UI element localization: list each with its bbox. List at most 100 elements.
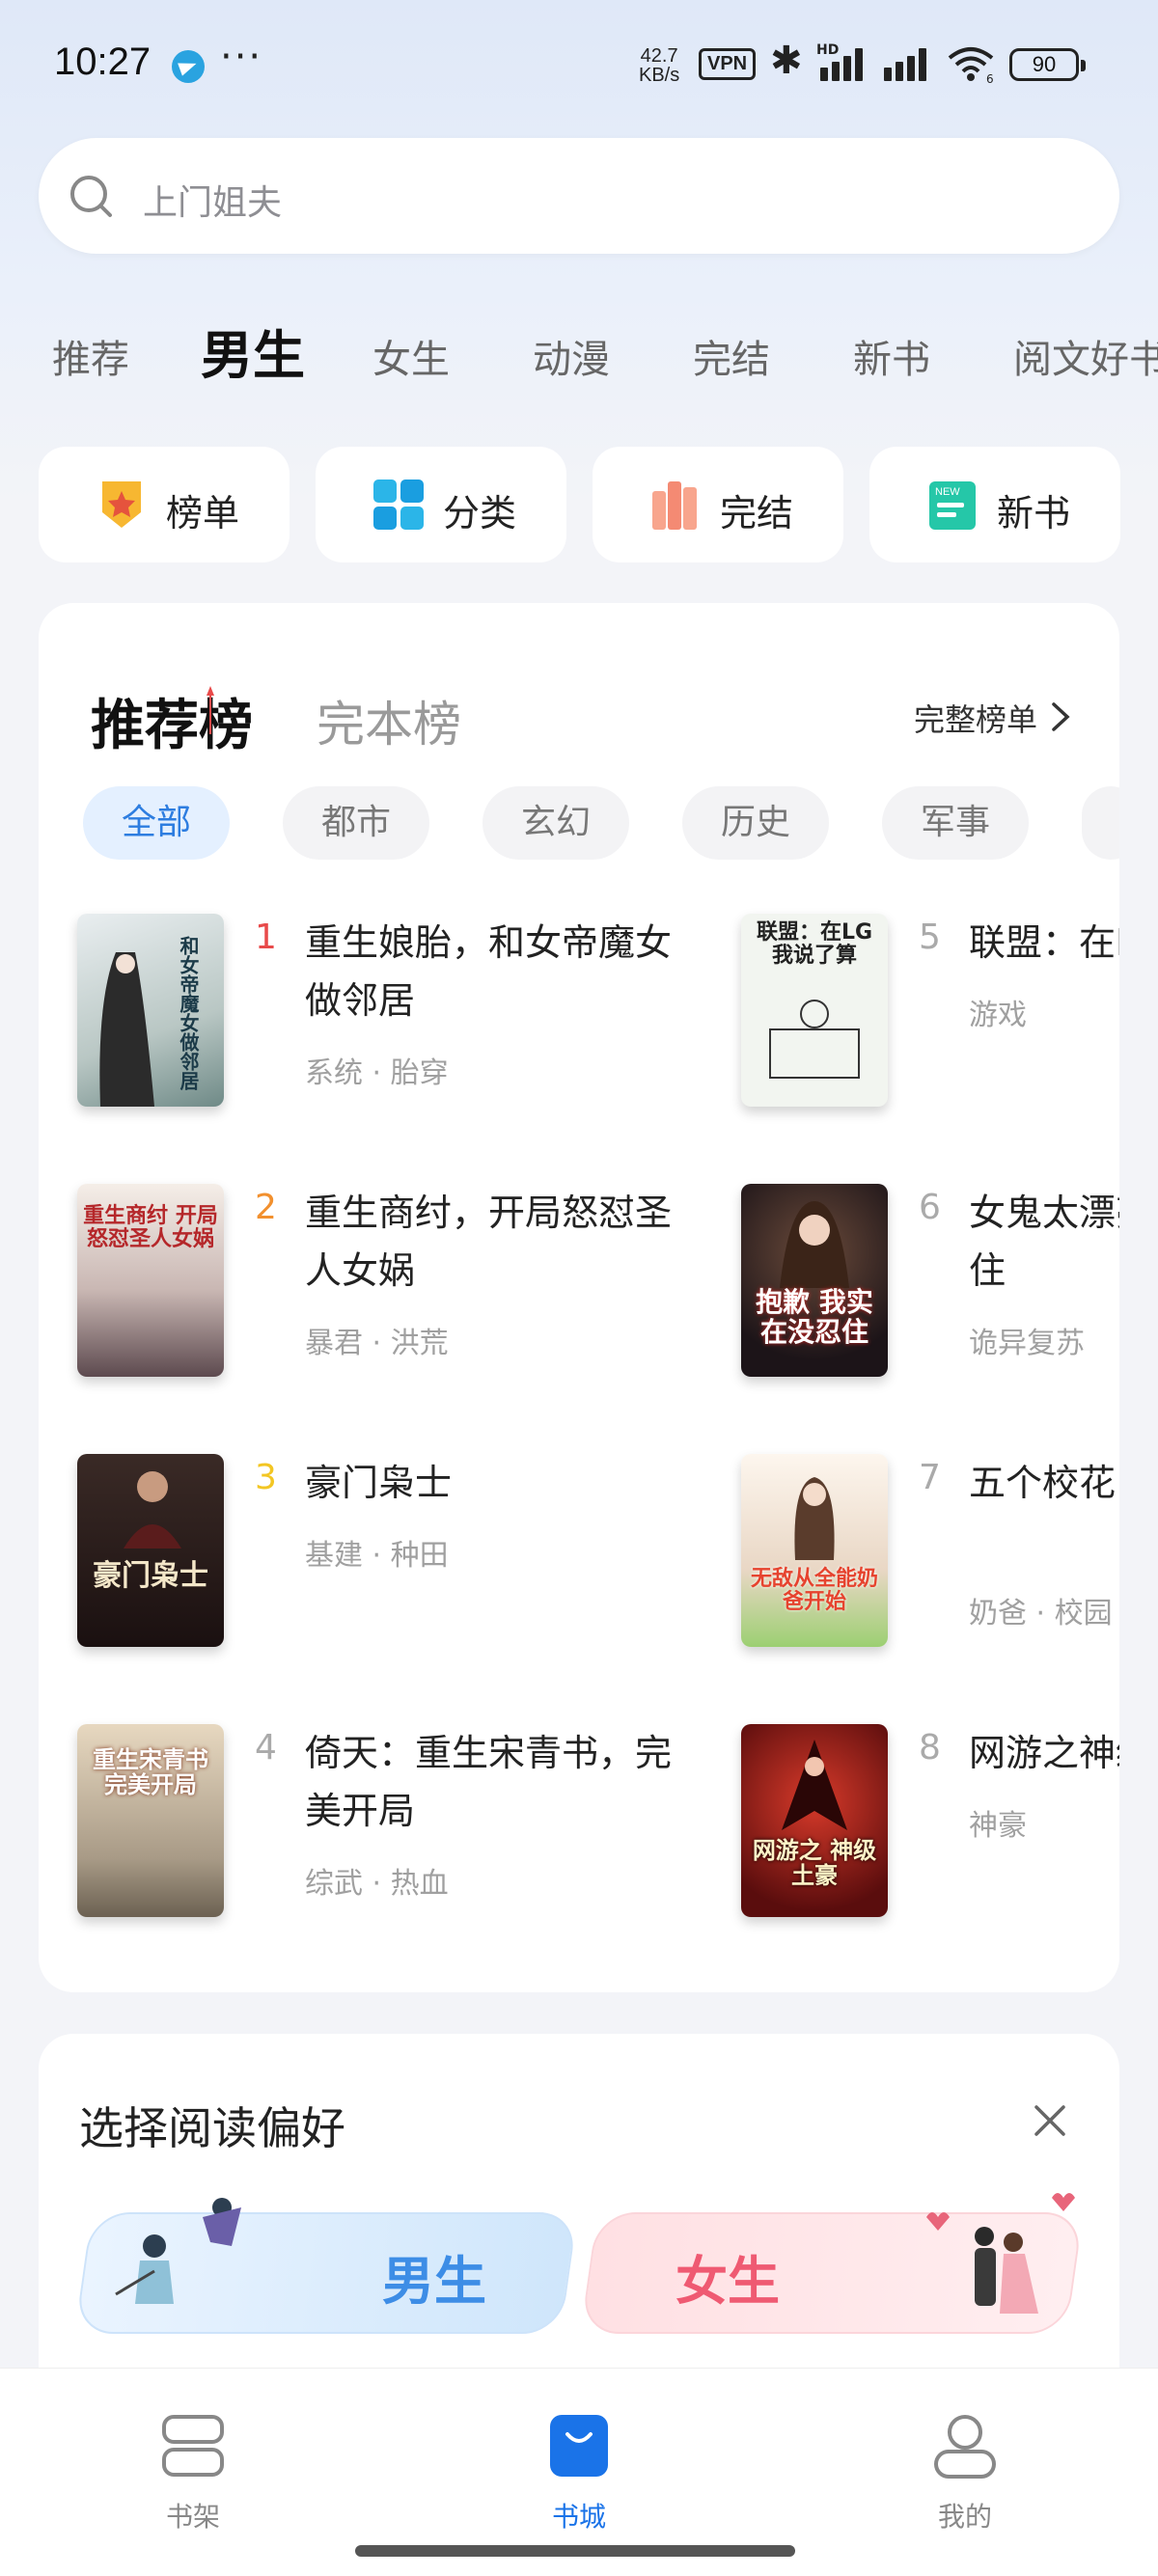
wifi-badge: 6 [986,72,994,83]
channel-tabs: 推荐 男生 女生 动漫 完结 新书 阅文好书 [0,309,1158,386]
quick-entry-category[interactable]: 分类 [316,447,566,562]
wifi-icon: 6 [948,47,994,83]
tab-finished[interactable]: 完结 [693,328,770,384]
preference-title: 选择阅读偏好 [79,2102,345,2154]
quick-entry-ranking[interactable]: 榜单 [39,447,290,562]
quick-entry-label: 榜单 [166,492,240,534]
nav-profile[interactable]: 我的 [888,2392,1042,2536]
rank-number: 2 [255,1188,277,1227]
nav-label: 书城 [551,2501,606,2533]
nav-bookstore[interactable]: 书城 [502,2392,656,2536]
status-bar: 10:27 ··· 42.7 KB/s VPN ✱ HD 6 90 [0,0,1158,125]
cover-sketch-illustration [769,1000,860,1079]
filter-more[interactable] [1082,786,1119,860]
books-finished-icon [652,481,697,530]
ranking-badge-icon [102,481,141,528]
book-cover-title: 重生商纣 开局怒怼圣人女娲 [83,1204,218,1252]
tab-finished-ranking[interactable]: 完本榜 [317,686,461,755]
book-tags: 基建 · 种田 [305,1539,449,1573]
book-tags: 神豪 [969,1809,1027,1843]
book-tags: 综武 · 热血 [305,1867,449,1901]
signal-icon [816,46,868,81]
rank-number: 7 [919,1458,941,1497]
book-cover: 联盟：在LG 我说了算 [741,914,888,1107]
cover-figure-illustration [782,1740,847,1830]
profile-icon [934,2415,996,2479]
close-icon[interactable] [1031,2101,1069,2140]
tab-male[interactable]: 男生 [201,313,305,386]
quick-entry-finished[interactable]: 完结 [593,447,843,562]
net-speed: 42.7 KB/s [639,46,679,85]
full-list-link[interactable]: 完整榜单 [914,696,1037,740]
book-tags: 系统 · 胎穿 [305,1056,449,1090]
quick-entry-label: 分类 [443,492,517,534]
book-title: 五个校花，喊我爸！ [969,1462,1119,1504]
more-notifications-icon: ··· [220,35,263,79]
quick-entry-new-book[interactable]: NEW 新书 [869,447,1120,562]
swordsman-illustration [115,2198,241,2304]
telegram-icon [172,50,205,83]
search-icon [70,176,112,217]
filter-city[interactable]: 都市 [283,786,429,860]
book-item-8[interactable]: 网游之 神级土豪 8 网游之神级土豪 神豪 [741,1724,1119,1936]
book-item-6[interactable]: 抱歉 我实在没忍住 6 女鬼太漂亮，实在没忍住 诡异复苏 [741,1184,1119,1396]
chevron-right-icon[interactable] [1050,701,1071,732]
search-placeholder: 上门姐夫 [143,183,283,223]
book-cover-title: 豪门枭士 [93,1559,208,1593]
quick-entry-label: 完结 [720,492,794,534]
ranking-card: 推荐榜 完本榜 完整榜单 全部 都市 玄幻 历史 军事 和女帝魔女做邻居 1 重… [39,603,1119,1992]
couple-illustration [926,2193,1075,2314]
book-cover: 重生宋青书 完美开局 [77,1724,224,1917]
tab-recommend-ranking[interactable]: 推荐榜 [91,682,253,760]
book-title: 联盟：在LG我说了算 [969,921,1119,964]
svg-text:NEW: NEW [935,486,960,498]
tab-female[interactable]: 女生 [372,328,450,384]
filter-all[interactable]: 全部 [83,786,230,860]
net-speed-unit: KB/s [639,65,680,86]
book-cover: 豪门枭士 [77,1454,224,1647]
rank-number: 6 [919,1188,941,1227]
signal-icon-2 [880,46,932,81]
book-title: 倚天：重生宋青书，完美开局 [305,1732,672,1832]
status-time: 10:27 [54,41,152,83]
net-speed-value: 42.7 [640,45,678,67]
book-cover-title: 无敌从全能奶爸开始 [750,1567,878,1615]
book-title: 豪门枭士 [305,1462,453,1504]
rank-number: 3 [255,1458,277,1497]
rank-number: 4 [255,1728,277,1768]
bookshelf-icon [162,2415,224,2477]
book-title: 网游之神级土豪 [969,1732,1119,1774]
filter-fantasy[interactable]: 玄幻 [482,786,629,860]
rank-arrow-icon [207,686,214,734]
book-item-3[interactable]: 豪门枭士 3 豪门枭士 基建 · 种田 [77,1454,676,1666]
book-item-4[interactable]: 重生宋青书 完美开局 4 倚天：重生宋青书，完美开局 综武 · 热血 [77,1724,676,1936]
book-title: 女鬼太漂亮，实在没忍住 [969,1192,1119,1292]
tab-yuewen-good-books[interactable]: 阅文好书 [1013,328,1158,384]
nav-bookshelf[interactable]: 书架 [116,2392,270,2536]
prefer-male-label: 男生 [382,2251,486,2312]
search-bar[interactable]: 上门姐夫 [39,138,1119,254]
book-tags: 诡异复苏 [969,1327,1085,1360]
book-item-5[interactable]: 联盟：在LG 我说了算 5 联盟：在LG我说了算 游戏 [741,914,1119,1126]
book-title: 重生娘胎，和女帝魔女做邻居 [305,921,672,1022]
book-item-2[interactable]: 重生商纣 开局怒怼圣人女娲 2 重生商纣，开局怒怼圣人女娲 暴君 · 洪荒 [77,1184,676,1396]
bluetooth-icon: ✱ [770,39,803,83]
tab-anime[interactable]: 动漫 [533,328,610,384]
tab-new[interactable]: 新书 [853,328,930,384]
book-cover-title: 抱歉 我实在没忍住 [756,1286,873,1348]
book-tags: 奶爸 · 校园 [969,1597,1113,1631]
book-cover: 重生商纣 开局怒怼圣人女娲 [77,1184,224,1377]
filter-military[interactable]: 军事 [882,786,1029,860]
book-cover-title: 联盟：在LG 我说了算 [756,920,873,969]
book-cover-title: 网游之 神级土豪 [752,1837,877,1890]
reading-preference-card: 选择阅读偏好 男生 女生 [39,2034,1119,2420]
book-item-1[interactable]: 和女帝魔女做邻居 1 重生娘胎，和女帝魔女做邻居 系统 · 胎穿 [77,914,676,1126]
book-cover: 和女帝魔女做邻居 [77,914,224,1107]
home-indicator[interactable] [355,2545,795,2557]
book-item-7[interactable]: 无敌从全能奶爸开始 7 五个校花，喊我爸！ 奶爸 · 校园 [741,1454,1119,1666]
rank-number: 1 [255,918,277,957]
category-grid-icon [373,480,424,530]
tab-recommend[interactable]: 推荐 [52,328,129,384]
shopping-bag-icon [550,2415,608,2477]
filter-history[interactable]: 历史 [682,786,829,860]
